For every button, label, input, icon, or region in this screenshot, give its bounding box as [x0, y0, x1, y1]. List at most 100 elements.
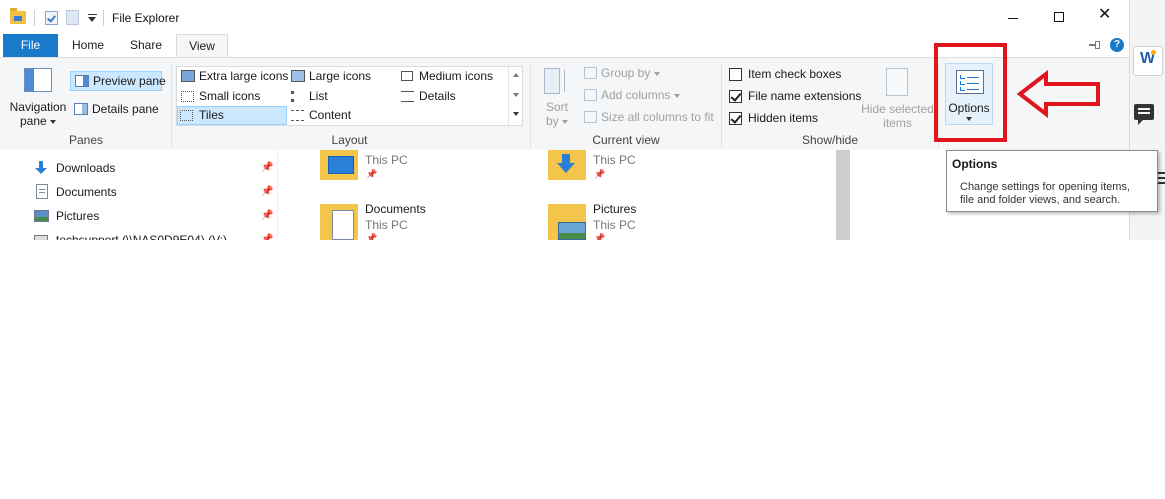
- group-label-layout: Layout: [331, 133, 368, 147]
- content-icon: [291, 110, 304, 121]
- layout-list[interactable]: List: [289, 87, 397, 106]
- medium-icons-icon: [401, 71, 413, 81]
- scroll-down-icon: [513, 93, 519, 97]
- pin-icon: 📌: [366, 233, 378, 241]
- details-pane-button[interactable]: Details pane: [70, 100, 162, 120]
- pin-icon: 📌: [366, 169, 378, 179]
- navigation-pane-button[interactable]: Navigation pane: [6, 64, 70, 130]
- tab-home[interactable]: Home: [62, 34, 114, 57]
- tiles-icon: [180, 110, 193, 121]
- close-button[interactable]: ✕: [1082, 0, 1128, 34]
- menu-lines-icon[interactable]: [1157, 172, 1165, 186]
- size-columns-icon: [584, 111, 597, 123]
- folder-app-icon: [10, 8, 26, 24]
- customize-quick-access-icon[interactable]: [88, 14, 97, 23]
- list-item[interactable]: Pictures 📌: [30, 207, 275, 227]
- network-drive-icon: [34, 235, 48, 240]
- tooltip-text-line: file and folder views, and search.: [960, 194, 1121, 206]
- tile-item[interactable]: This PC 📌: [318, 150, 498, 186]
- group-label-current-view: Current view: [592, 133, 660, 147]
- tile-item[interactable]: Pictures This PC 📌: [546, 200, 726, 240]
- sort-by-button[interactable]: Sort by: [538, 64, 576, 130]
- sort-icon: [544, 68, 568, 94]
- scroll-up-icon: [513, 73, 519, 77]
- tooltip-title: Options: [952, 157, 998, 171]
- layout-scrollbar[interactable]: [508, 67, 523, 125]
- layout-medium-icons[interactable]: Medium icons: [399, 67, 507, 86]
- highlight-box: [934, 43, 1007, 142]
- pin-icon: 📌: [261, 162, 274, 173]
- folder-icon: [548, 150, 586, 180]
- group-separator: [530, 64, 531, 148]
- chevron-down-icon: [673, 93, 680, 98]
- details-icon: [401, 91, 414, 102]
- pin-ribbon-icon[interactable]: [1089, 41, 1101, 49]
- layout-large-icons[interactable]: Large icons: [289, 67, 397, 86]
- layout-content[interactable]: Content: [289, 106, 397, 125]
- minimize-button[interactable]: [990, 0, 1036, 34]
- layout-details[interactable]: Details: [399, 87, 507, 106]
- minimize-icon: [1008, 18, 1018, 19]
- maximize-button[interactable]: [1036, 0, 1082, 34]
- new-folder-icon[interactable]: [66, 10, 79, 25]
- tile-item[interactable]: This PC 📌: [546, 150, 726, 186]
- layout-extra-large-icons[interactable]: Extra large icons: [179, 67, 288, 86]
- pin-icon: 📌: [261, 186, 274, 197]
- content-scrollbar[interactable]: [836, 150, 850, 240]
- documents-icon: [36, 184, 48, 199]
- chevron-down-icon: [562, 119, 569, 124]
- add-columns-icon: [584, 89, 597, 101]
- chevron-down-icon: [50, 119, 57, 124]
- tab-share[interactable]: Share: [120, 34, 172, 57]
- group-label-panes: Panes: [68, 133, 104, 147]
- size-all-columns-button[interactable]: Size all columns to fit: [582, 108, 717, 127]
- tab-file[interactable]: File: [3, 34, 58, 57]
- preview-pane-icon: [75, 75, 89, 87]
- item-check-boxes-checkbox[interactable]: [729, 68, 742, 81]
- file-name-extensions-checkbox[interactable]: [729, 90, 742, 103]
- properties-icon[interactable]: [45, 11, 58, 25]
- tooltip-text-line: Change settings for opening items,: [960, 181, 1130, 193]
- maximize-icon: [1054, 12, 1064, 22]
- folder-icon: [320, 150, 358, 180]
- layout-gallery: Extra large icons Large icons Medium ico…: [176, 66, 523, 126]
- list-icon: [291, 91, 304, 102]
- pin-icon: 📌: [594, 233, 606, 241]
- pin-icon: 📌: [261, 210, 274, 221]
- help-icon[interactable]: ?: [1110, 38, 1124, 52]
- list-item[interactable]: Documents 📌: [30, 183, 275, 203]
- hide-selected-icon: [886, 68, 908, 96]
- title-bar: File Explorer ✕: [0, 0, 1129, 34]
- word-app-icon[interactable]: W: [1133, 46, 1163, 76]
- large-icons-icon: [291, 70, 305, 82]
- window-title: File Explorer: [112, 11, 180, 25]
- group-by-button[interactable]: Group by: [582, 64, 712, 83]
- hidden-items-toggle[interactable]: Hidden items: [727, 110, 867, 128]
- layout-small-icons[interactable]: Small icons: [179, 87, 287, 106]
- add-columns-button[interactable]: Add columns: [582, 86, 712, 105]
- navigation-pane: Downloads 📌 Documents 📌 Pictures 📌 techs…: [0, 150, 278, 240]
- hide-selected-items-button[interactable]: Hide selected items: [860, 64, 935, 130]
- layout-tiles[interactable]: Tiles: [177, 106, 287, 125]
- expand-gallery-icon: [513, 112, 519, 116]
- list-item[interactable]: techsupport (\\NAS0D9E04) (V:) 📌: [30, 231, 275, 240]
- small-icons-icon: [181, 91, 194, 102]
- navigation-pane-icon: [24, 68, 52, 92]
- options-tooltip: Options Change settings for opening item…: [946, 150, 1158, 212]
- file-name-extensions-toggle[interactable]: File name extensions: [727, 88, 867, 106]
- close-icon: ✕: [1098, 6, 1112, 23]
- extra-large-icons-icon: [181, 70, 195, 82]
- preview-pane-button[interactable]: Preview pane: [70, 71, 166, 91]
- hidden-items-checkbox[interactable]: [729, 112, 742, 125]
- details-pane-icon: [74, 103, 88, 115]
- pin-icon: 📌: [261, 234, 274, 241]
- tile-item[interactable]: Documents This PC 📌: [318, 200, 498, 240]
- list-item[interactable]: Downloads 📌: [30, 159, 275, 179]
- item-check-boxes-toggle[interactable]: Item check boxes: [727, 66, 867, 84]
- chat-icon[interactable]: [1134, 104, 1154, 125]
- pointer-arrow-icon: [1016, 70, 1100, 118]
- pin-icon: 📌: [594, 169, 606, 179]
- pictures-folder-icon: [548, 204, 586, 240]
- group-label-show-hide: Show/hide: [801, 133, 859, 147]
- tab-view[interactable]: View: [176, 34, 228, 58]
